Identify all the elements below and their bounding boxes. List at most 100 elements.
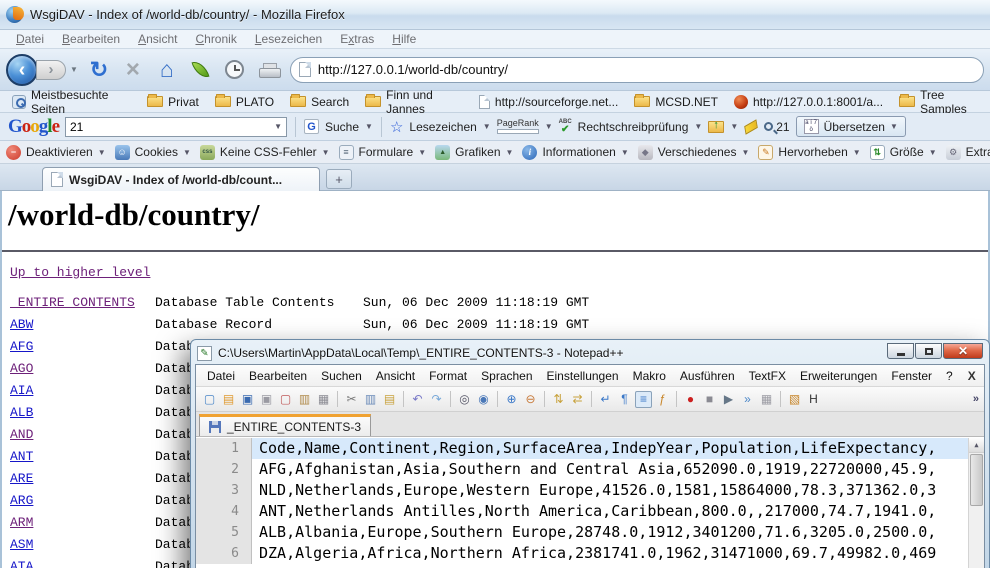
translate-dropdown-icon[interactable]: ▼ (890, 122, 898, 131)
bookmark-http-sourceforge-net[interactable]: http://sourceforge.net... (473, 94, 624, 110)
url-bar[interactable]: http://127.0.0.1/world-db/country/ (290, 57, 984, 83)
bookmark-star-icon[interactable]: ☆ (390, 118, 403, 136)
play-multi-icon[interactable]: » (739, 391, 756, 408)
search-dropdown-icon[interactable]: ▼ (274, 122, 282, 131)
webdev-hervorheben[interactable]: ✎ Hervorheben ▼ (758, 145, 860, 160)
reload-button[interactable]: ↻ (86, 57, 112, 83)
word-wrap-icon[interactable]: ↵ (597, 391, 614, 408)
firefox-menu-bearbeiten[interactable]: Bearbeiten (54, 31, 128, 47)
paste-icon[interactable]: ▤ (381, 391, 398, 408)
webdev-dropdown-icon[interactable]: ▼ (741, 148, 749, 157)
forward-button[interactable]: › (36, 60, 66, 80)
entry-link-entire-contents[interactable]: _ENTIRE_CONTENTS (10, 295, 155, 310)
replace-icon[interactable]: ◉ (475, 391, 492, 408)
spellcheck-button[interactable]: Rechtschreibprüfung (578, 120, 689, 134)
bookmarks-dropdown-icon[interactable]: ▼ (483, 122, 491, 131)
entry-link-ant[interactable]: ANT (10, 449, 155, 464)
scroll-thumb[interactable] (970, 454, 983, 506)
line-text[interactable]: AFG,Afghanistan,Asia,Southern and Centra… (252, 459, 984, 480)
google-search-button[interactable]: Suche (325, 120, 359, 134)
notepad-menu-sprachen[interactable]: Sprachen (474, 367, 539, 385)
webdev-gr-e[interactable]: ⇅ Größe ▼ (870, 145, 937, 160)
bookmark-tree-samples[interactable]: Tree Samples (893, 87, 990, 117)
send-to-dropdown-icon[interactable]: ▼ (730, 122, 738, 131)
stop-button[interactable]: × (120, 57, 146, 83)
webdev-dropdown-icon[interactable]: ▼ (621, 148, 629, 157)
close-doc-icon[interactable]: ▢ (277, 391, 294, 408)
firefox-menu-extras[interactable]: Extras (332, 31, 382, 47)
sync-horizontal-icon[interactable]: ⇄ (569, 391, 586, 408)
stop-macro-icon[interactable]: ■ (701, 391, 718, 408)
webdev-dropdown-icon[interactable]: ▼ (322, 148, 330, 157)
notepad-tab[interactable]: _ENTIRE_CONTENTS-3 (199, 414, 371, 436)
close-all-docs-icon[interactable]: ▥ (296, 391, 313, 408)
entry-link-ago[interactable]: AGO (10, 361, 155, 376)
extension-leaf-button[interactable] (188, 57, 214, 83)
webdev-dropdown-icon[interactable]: ▼ (98, 148, 106, 157)
indent-guide-icon[interactable]: ≡ (635, 391, 652, 408)
entry-link-alb[interactable]: ALB (10, 405, 155, 420)
notepad-menu-ausf-hren[interactable]: Ausführen (673, 367, 742, 385)
google-search-value[interactable]: 21 (70, 120, 83, 134)
line-text[interactable]: NLD,Netherlands,Europe,Western Europe,41… (252, 480, 984, 501)
notepad-editor[interactable]: 1 Code,Name,Continent,Region,SurfaceArea… (196, 437, 984, 568)
bookmark-plato[interactable]: PLATO (209, 94, 280, 110)
line-text[interactable]: DZA,Algeria,Africa,Northern Africa,23817… (252, 543, 984, 564)
close-button[interactable]: ✕ (943, 343, 983, 359)
scroll-up-icon[interactable]: ▲ (969, 438, 984, 453)
up-to-higher-level-link[interactable]: Up to higher level (10, 265, 150, 280)
entry-link-afg[interactable]: AFG (10, 339, 155, 354)
editor-scrollbar[interactable]: ▲ (968, 438, 984, 568)
webdev-dropdown-icon[interactable]: ▼ (853, 148, 861, 157)
maximize-button[interactable] (915, 343, 942, 359)
notepad-menu-makro[interactable]: Makro (626, 367, 673, 385)
history-dropdown-icon[interactable]: ▼ (70, 65, 78, 74)
zoom-indicator[interactable]: 21 (764, 120, 789, 134)
notepad-menu-help[interactable]: ? (939, 367, 960, 385)
open-folder-icon[interactable]: ▤ (220, 391, 237, 408)
save-macro-icon[interactable]: ▦ (758, 391, 775, 408)
bookmark-meistbesuchte-seiten[interactable]: Meistbesuchte Seiten (6, 87, 137, 117)
print-button[interactable] (256, 57, 282, 83)
entry-link-abw[interactable]: ABW (10, 317, 155, 332)
firefox-menu-chronik[interactable]: Chronik (187, 31, 244, 47)
show-all-chars-icon[interactable]: ¶ (616, 391, 633, 408)
notepad-menu-einstellungen[interactable]: Einstellungen (540, 367, 626, 385)
notepad-menu-suchen[interactable]: Suchen (314, 367, 369, 385)
entry-link-arg[interactable]: ARG (10, 493, 155, 508)
webdev-dropdown-icon[interactable]: ▼ (418, 148, 426, 157)
entry-link-and[interactable]: AND (10, 427, 155, 442)
notepad-menu-ansicht[interactable]: Ansicht (369, 367, 422, 385)
entry-link-are[interactable]: ARE (10, 471, 155, 486)
history-clock-button[interactable] (222, 57, 248, 83)
firefox-menu-ansicht[interactable]: Ansicht (130, 31, 185, 47)
entry-link-asm[interactable]: ASM (10, 537, 155, 552)
play-macro-icon[interactable]: ▶ (720, 391, 737, 408)
line-text[interactable]: ANT,Netherlands Antilles,North America,C… (252, 501, 984, 522)
webdev-grafiken[interactable]: ▲ Grafiken ▼ (435, 145, 513, 160)
record-macro-icon[interactable]: ● (682, 391, 699, 408)
bookmark-finn-und-jannes[interactable]: Finn und Jannes (359, 87, 469, 117)
webdev-cookies[interactable]: ☺ Cookies ▼ (115, 145, 191, 160)
new-file-icon[interactable]: ▢ (201, 391, 218, 408)
notepad-menu-format[interactable]: Format (422, 367, 474, 385)
webdev-dropdown-icon[interactable]: ▼ (183, 148, 191, 157)
url-text[interactable]: http://127.0.0.1/world-db/country/ (318, 62, 508, 77)
translate-button[interactable]: a í 7 ö Übersetzen ▼ (796, 116, 906, 137)
back-button[interactable]: ‹ (6, 54, 38, 86)
cut-icon[interactable]: ✂ (343, 391, 360, 408)
save-icon[interactable]: ▣ (239, 391, 256, 408)
webdev-informationen[interactable]: i Informationen ▼ (522, 145, 628, 160)
notepad-menu-fenster[interactable]: Fenster (884, 367, 939, 385)
webdev-verschiedenes[interactable]: ◆ Verschiedenes ▼ (638, 145, 750, 160)
firefox-menu-lesezeichen[interactable]: Lesezeichen (247, 31, 330, 47)
minimize-button[interactable] (887, 343, 914, 359)
notepad-menu-bearbeiten[interactable]: Bearbeiten (242, 367, 314, 385)
undo-icon[interactable]: ↶ (409, 391, 426, 408)
send-to-icon[interactable] (708, 121, 724, 133)
notepad-menu-close-doc[interactable]: X (960, 367, 984, 385)
home-button[interactable]: ⌂ (154, 57, 180, 83)
print-icon[interactable]: ▦ (315, 391, 332, 408)
browser-tab[interactable]: WsgiDAV - Index of /world-db/count... (42, 167, 320, 191)
bookmark-privat[interactable]: Privat (141, 94, 205, 110)
